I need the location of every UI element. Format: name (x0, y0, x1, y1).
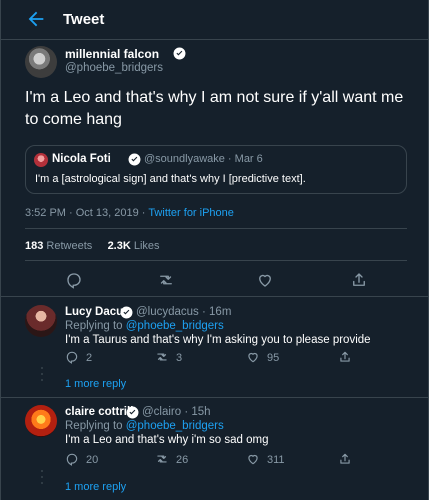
quote-author-name: Nicola Foti (52, 153, 111, 165)
retweet-count: 3 (176, 352, 183, 364)
header-bar: Tweet (1, 0, 429, 40)
more-replies-link[interactable]: 1 more reply (65, 378, 126, 390)
divider (1, 397, 429, 398)
tweet-stats: 183 Retweets 2.3K Likes (25, 240, 160, 252)
retweet-icon[interactable] (155, 452, 169, 466)
quote-author-handle: @soundlyawake · Mar 6 (144, 153, 263, 165)
share-icon[interactable] (338, 452, 352, 466)
reply-author-name[interactable]: claire cottrill (65, 406, 133, 418)
tweet-text: I'm a Leo and that's why I am not sure i… (25, 89, 404, 128)
reply-icon[interactable] (65, 271, 83, 289)
page-title: Tweet (63, 11, 105, 28)
replying-to-label: Replying to (65, 420, 126, 432)
author-name[interactable]: millennial falcon (65, 47, 159, 61)
avatar[interactable] (25, 405, 57, 437)
retweet-count: 26 (176, 454, 189, 466)
avatar[interactable] (25, 305, 57, 337)
divider (25, 260, 407, 261)
replying-to-label: Replying to (65, 320, 126, 332)
replying-to: Replying to @phoebe_bridgers (65, 320, 224, 332)
like-count: 311 (267, 454, 285, 466)
reply-author-handle[interactable]: @clairo · 15h (142, 406, 211, 418)
back-arrow-icon[interactable] (25, 8, 47, 30)
quote-text: I'm a [astrological sign] and that's why… (35, 173, 306, 185)
verified-badge-icon (126, 406, 139, 419)
reply-count: 20 (86, 454, 99, 466)
retweets-label: Retweets (43, 240, 93, 252)
reply-icon[interactable] (65, 452, 79, 466)
replying-to-mention[interactable]: @phoebe_bridgers (126, 420, 224, 432)
source-link[interactable]: Twitter for iPhone (148, 207, 234, 219)
retweet-count: 183 (25, 240, 44, 252)
divider (1, 296, 429, 297)
replying-to: Replying to @phoebe_bridgers (65, 420, 224, 432)
thread-dots (41, 367, 43, 385)
avatar[interactable] (25, 46, 57, 78)
more-replies-link[interactable]: 1 more reply (65, 481, 126, 493)
divider (25, 228, 407, 229)
timestamp-text: 3:52 PM · Oct 13, 2019 · (25, 207, 149, 219)
reply-text: I'm a Taurus and that's why I'm asking y… (65, 334, 371, 346)
thread-dots (41, 470, 43, 488)
tweet-page: Tweet millennial falcon @phoebe_bridgers… (0, 0, 429, 500)
share-icon[interactable] (350, 271, 368, 289)
reply-text: I'm a Leo and that's why i'm so sad omg (65, 434, 269, 446)
replying-to-mention[interactable]: @phoebe_bridgers (126, 320, 224, 332)
likes-stat[interactable]: 2.3K Likes (108, 240, 160, 252)
retweet-icon[interactable] (157, 271, 175, 289)
retweet-icon[interactable] (155, 350, 169, 364)
quoted-tweet[interactable]: Nicola Foti @soundlyawake · Mar 6 I'm a … (25, 145, 407, 194)
like-icon[interactable] (246, 452, 260, 466)
likes-label: Likes (130, 240, 160, 252)
verified-badge-icon (128, 153, 141, 166)
tweet-timestamp: 3:52 PM · Oct 13, 2019 · Twitter for iPh… (25, 207, 234, 219)
author-handle[interactable]: @phoebe_bridgers (65, 62, 163, 74)
verified-badge-icon (173, 47, 186, 60)
like-icon[interactable] (246, 350, 260, 364)
retweets-stat[interactable]: 183 Retweets (25, 240, 92, 252)
like-count: 2.3K (107, 240, 131, 252)
like-count: 95 (267, 352, 280, 364)
reply-author-handle[interactable]: @lucydacus · 16m (136, 306, 231, 318)
quote-avatar (34, 153, 48, 167)
verified-badge-icon (120, 306, 133, 319)
like-icon[interactable] (256, 271, 274, 289)
share-icon[interactable] (338, 350, 352, 364)
reply-count: 2 (86, 352, 93, 364)
reply-icon[interactable] (65, 350, 79, 364)
